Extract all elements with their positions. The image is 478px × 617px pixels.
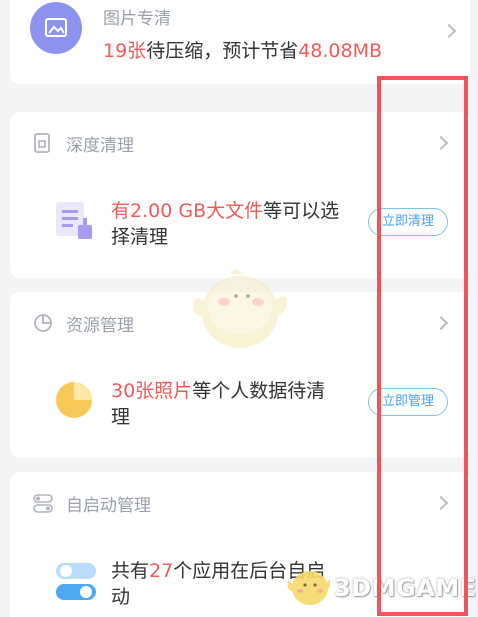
mascot-small-icon [287, 571, 330, 605]
resource-desc-line1: 等个人数据待清 [192, 380, 326, 402]
deep-clean-header[interactable]: 深度清理 [32, 124, 460, 164]
photo-count: 19张 [103, 40, 147, 62]
autostart-header[interactable]: 自启动管理 [32, 484, 460, 524]
photo-save-size: 48.08MB [298, 40, 383, 62]
deep-clean-card: 深度清理 有2.00 GB大文件等可以选 择清理 立即清理 [10, 112, 470, 278]
game-site-watermark: 3DMGAME [286, 560, 476, 610]
photo-clean-card[interactable]: 图片专清 19张待压缩，预计节省48.08MB [10, 0, 470, 84]
photo-icon [30, 2, 82, 54]
large-file-amount: 有2.00 GB大文件 [111, 200, 264, 222]
autostart-desc-line2: 动 [111, 586, 131, 608]
photo-clean-summary: 19张待压缩，预计节省48.08MB [103, 36, 382, 63]
chevron-right-icon[interactable] [433, 315, 449, 331]
autostart-app-count: 27 [149, 560, 174, 582]
photo-middle-text: 待压缩，预计节省 [146, 40, 299, 62]
pie-chart-icon [32, 312, 54, 334]
chevron-right-icon[interactable] [433, 135, 449, 151]
photo-count-highlight: 30张照片 [111, 380, 193, 402]
toggle-settings-icon [32, 492, 54, 514]
deep-clean-desc-line2: 择清理 [111, 226, 169, 248]
personal-data-pie-icon [54, 380, 94, 420]
chevron-right-icon[interactable] [441, 23, 457, 39]
large-file-icon [54, 200, 96, 242]
resource-title: 资源管理 [66, 316, 134, 336]
deep-clean-title: 深度清理 [66, 136, 134, 156]
mascot-watermark-icon [186, 262, 292, 354]
resource-desc-line2: 理 [111, 406, 131, 428]
deep-clean-description: 有2.00 GB大文件等可以选 择清理 [111, 198, 371, 250]
toggle-switch-icon [54, 560, 98, 604]
document-clean-icon [32, 132, 54, 154]
watermark-text: 3DMGAME [334, 574, 477, 602]
clean-now-button[interactable]: 立即清理 [368, 208, 448, 236]
autostart-title: 自启动管理 [66, 496, 151, 516]
manage-now-button[interactable]: 立即管理 [368, 388, 448, 416]
photo-clean-title: 图片专清 [103, 9, 171, 29]
resource-description: 30张照片等个人数据待清 理 [111, 378, 371, 430]
chevron-right-icon[interactable] [433, 495, 449, 511]
deep-clean-desc-line1: 等可以选 [263, 200, 340, 222]
autostart-prefix: 共有 [111, 560, 150, 582]
